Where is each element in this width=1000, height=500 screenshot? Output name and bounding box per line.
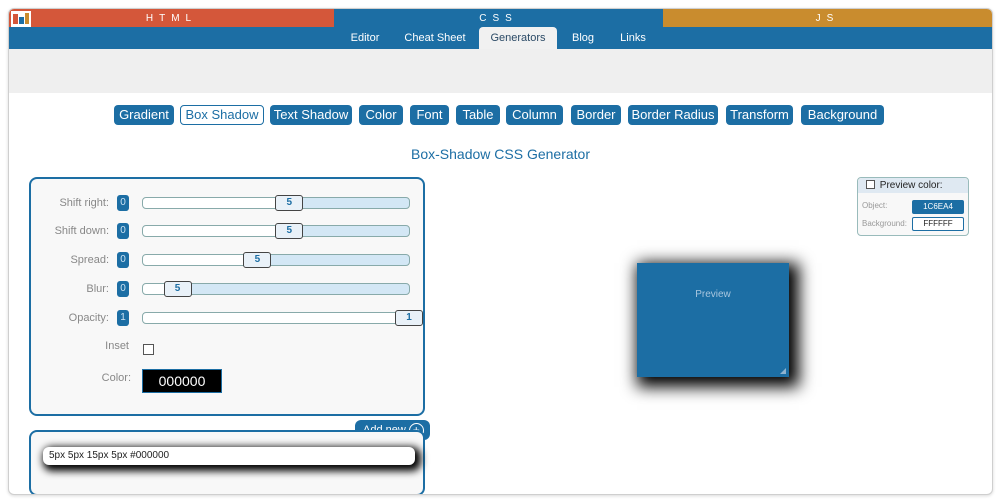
shadow-list-panel: 5px 5px 15px 5px #000000 [29, 430, 425, 494]
nav-blog[interactable]: Blog [563, 27, 603, 49]
language-bar: HTML CSS JS [9, 9, 992, 27]
tab-border[interactable]: Border [571, 105, 621, 125]
spread-min: 0 [117, 252, 129, 268]
shift-down-min: 0 [117, 223, 129, 239]
shift-down-thumb[interactable]: 5 [275, 223, 304, 239]
preview-color-title: Preview color: [879, 180, 943, 191]
site-logo[interactable] [11, 11, 31, 27]
spread-label: Spread: [70, 254, 109, 266]
tab-box-shadow[interactable]: Box Shadow [180, 105, 264, 125]
nav-cheat-sheet[interactable]: Cheat Sheet [399, 27, 471, 49]
color-input[interactable]: 000000 [142, 369, 222, 393]
background-color-input[interactable]: FFFFFF [912, 217, 964, 231]
blur-label: Blur: [86, 283, 109, 295]
nav-editor[interactable]: Editor [336, 27, 394, 49]
blur-thumb[interactable]: 5 [163, 281, 192, 297]
html-section-tab[interactable]: HTML [9, 9, 334, 27]
controls-panel: Shift right: 0 5 Shift down: 0 5 Spread:… [29, 177, 425, 416]
spread-slider[interactable] [142, 254, 410, 266]
tab-column[interactable]: Column [506, 105, 563, 125]
opacity-slider[interactable] [142, 312, 410, 324]
shadow-code-item[interactable]: 5px 5px 15px 5px #000000 [43, 447, 415, 465]
page-title: Box-Shadow CSS Generator [411, 146, 590, 162]
object-color-label: Object: [862, 201, 888, 210]
preview-label: Preview [695, 289, 731, 300]
ad-band [9, 49, 992, 93]
tab-border-radius[interactable]: Border Radius [628, 105, 718, 125]
js-section-tab[interactable]: JS [663, 9, 992, 27]
tab-table[interactable]: Table [456, 105, 500, 125]
inset-label: Inset [105, 340, 129, 352]
color-label: Color: [101, 372, 131, 384]
tab-text-shadow[interactable]: Text Shadow [270, 105, 352, 125]
shift-right-label: Shift right: [59, 197, 109, 209]
preview-box[interactable]: Preview [637, 263, 789, 377]
shift-right-min: 0 [117, 195, 129, 211]
shift-right-thumb[interactable]: 5 [275, 195, 304, 211]
inset-checkbox[interactable] [143, 344, 154, 355]
object-color-input[interactable]: 1C6EA4 [912, 200, 964, 214]
resize-grip-icon[interactable] [780, 368, 786, 374]
background-color-label: Background: [862, 219, 907, 228]
preview-color-header: Preview color: [858, 178, 968, 193]
preview-color-checkbox[interactable] [866, 180, 875, 189]
tab-background[interactable]: Background [801, 105, 884, 125]
tab-gradient[interactable]: Gradient [114, 105, 174, 125]
browser-frame: HTML CSS JS Editor Cheat Sheet Generator… [8, 8, 993, 495]
css-section-tab[interactable]: CSS [334, 9, 663, 27]
opacity-min: 1 [117, 310, 129, 326]
tab-color[interactable]: Color [359, 105, 403, 125]
tab-transform[interactable]: Transform [726, 105, 793, 125]
spread-thumb[interactable]: 5 [243, 252, 272, 268]
opacity-thumb[interactable]: 1 [395, 310, 423, 326]
nav-generators[interactable]: Generators [479, 27, 557, 49]
shift-down-label: Shift down: [54, 225, 109, 237]
preview-color-panel: Preview color: Object: 1C6EA4 Background… [857, 177, 969, 236]
nav-links[interactable]: Links [612, 27, 654, 49]
main-nav: Editor Cheat Sheet Generators Blog Links [9, 27, 992, 49]
tab-font[interactable]: Font [410, 105, 449, 125]
opacity-label: Opacity: [68, 312, 109, 324]
blur-min: 0 [117, 281, 129, 297]
